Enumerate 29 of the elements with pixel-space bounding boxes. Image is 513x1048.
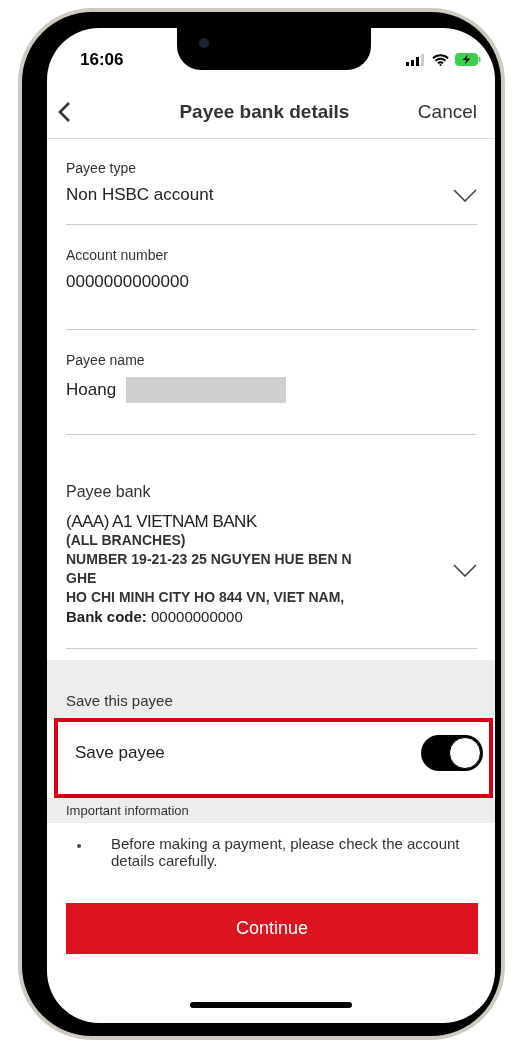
- bullet-icon: [77, 844, 81, 848]
- section-title: Save this payee: [66, 692, 173, 709]
- back-chevron-icon[interactable]: [57, 100, 71, 123]
- bank-address-line: NUMBER 19-21-23 25 NGUYEN HUE BEN N: [66, 550, 352, 569]
- field-value[interactable]: Non HSBC account: [66, 185, 214, 205]
- wifi-icon: [432, 53, 449, 66]
- bank-name: (AAA) A1 VIETNAM BANK: [66, 513, 257, 531]
- field-label: Payee type: [66, 160, 137, 176]
- chevron-down-icon[interactable]: [453, 563, 477, 577]
- toggle-switch[interactable]: [421, 735, 483, 771]
- info-text: Before making a payment, please check the account details carefully.: [111, 835, 461, 869]
- toggle-label: Save payee: [75, 743, 165, 763]
- battery-charging-icon: [455, 53, 481, 66]
- field-label: Account number: [66, 247, 168, 263]
- status-time: 16:06: [80, 49, 124, 70]
- field-value: 0000000000000: [66, 272, 189, 292]
- field-label: Payee bank: [66, 483, 151, 501]
- field-value: Hoang: [66, 380, 117, 400]
- continue-button[interactable]: Continue: [66, 903, 478, 954]
- bank-address-line: GHE: [66, 569, 97, 588]
- bank-address-line: (ALL BRANCHES): [66, 531, 186, 550]
- field-label: Payee name: [66, 352, 145, 368]
- page-title: Payee bank details: [178, 100, 351, 123]
- bank-code: Bank code: 00000000000: [66, 607, 243, 627]
- section-title: Important information: [66, 803, 189, 818]
- chevron-down-icon[interactable]: [453, 188, 477, 202]
- cancel-link[interactable]: Cancel: [417, 100, 477, 123]
- signal-icon: [406, 53, 426, 66]
- bank-address-line: HO CHI MINH CITY HO 844 VN, VIET NAM,: [66, 588, 345, 607]
